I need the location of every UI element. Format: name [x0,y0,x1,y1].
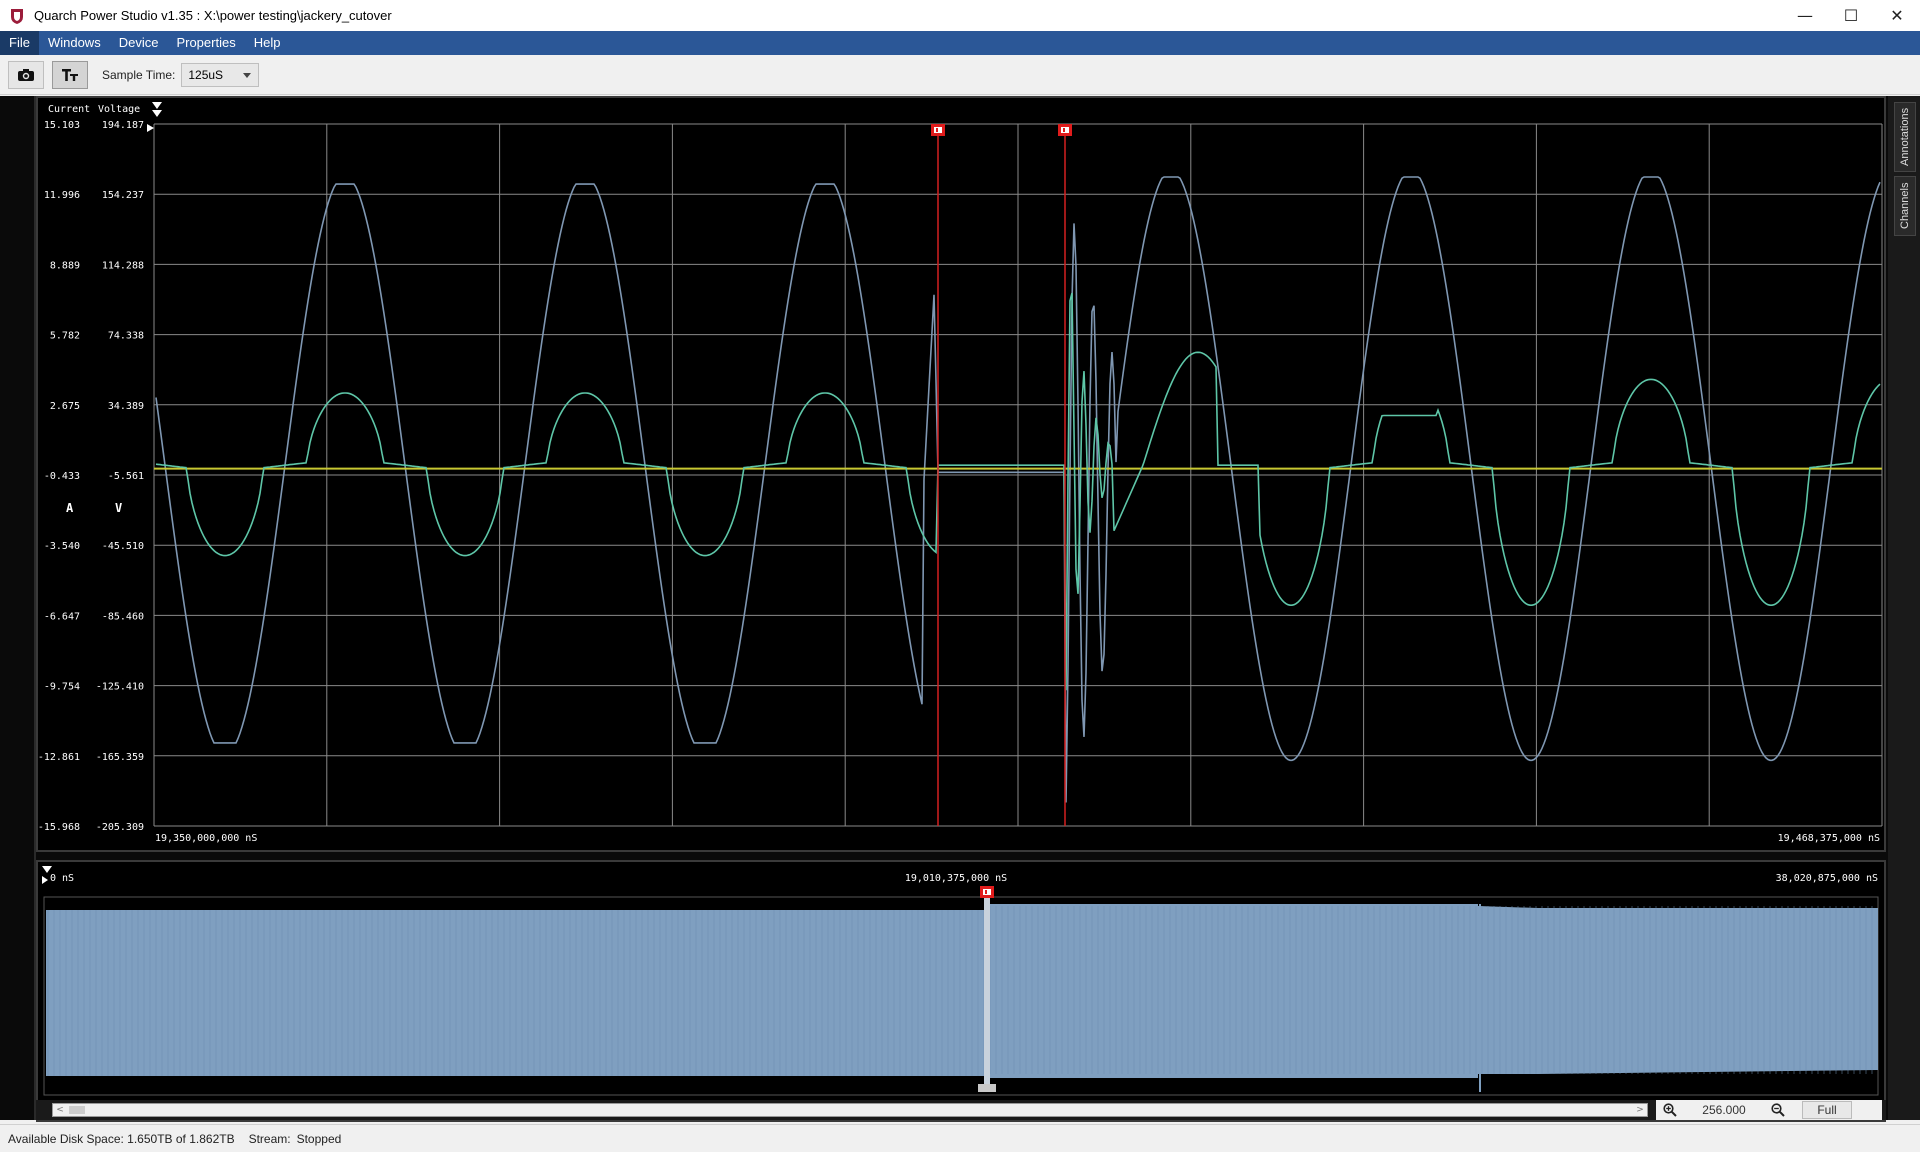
current-tick-label: 8.889 [50,260,80,271]
scroll-left-icon[interactable]: < [53,1104,67,1116]
voltage-tick-label: 74.338 [108,331,144,342]
voltage-tick-label: -165.359 [96,752,144,763]
voltage-tick-label: -5.561 [108,471,144,482]
tab-annotations[interactable]: Annotations [1894,102,1916,172]
overview-waveform-fill [46,904,1878,1078]
zoom-level-value[interactable]: 256.000 [1684,1103,1764,1117]
overview-cursor-line[interactable] [984,890,990,1088]
sample-time-value: 125uS [188,67,224,82]
overview-mid-label: 19,010,375,000 nS [905,873,1007,884]
current-tick-label: -9.754 [44,682,80,693]
zoom-in-button[interactable] [1656,1100,1684,1120]
overview-panel[interactable]: 0 nS 19,010,375,000 nS 38,020,875,000 nS [36,860,1886,1122]
text-annotation-button[interactable] [52,60,88,89]
current-tick-label: 11.996 [44,190,80,201]
sample-time-dropdown[interactable]: 125uS [181,62,260,87]
zoom-out-button[interactable] [1764,1100,1792,1120]
overview-cursor-grip[interactable] [978,1084,996,1092]
close-button[interactable]: ✕ [1874,0,1920,31]
voltage-tick-label: 154.237 [102,190,144,201]
menu-file[interactable]: File [0,31,39,55]
current-tick-label: -6.647 [44,611,80,622]
voltage-tick-label: -205.309 [96,822,144,833]
camera-icon [18,68,34,81]
current-tick-label: -3.540 [44,541,80,552]
voltage-axis-header: Voltage [98,104,140,115]
menu-device[interactable]: Device [110,31,168,55]
maximize-button[interactable]: ☐ [1828,0,1874,31]
main-plot-chart[interactable]: 15.103 194.187 11.996 154.237 8.889 114.288 5.… [38,98,1884,850]
zoom-full-button[interactable]: Full [1802,1101,1852,1119]
toolbar: Sample Time: 125uS [0,55,1920,95]
stream-status-value: Stopped [296,1131,342,1146]
current-tick-label: 2.675 [50,401,80,412]
overview-start-label: 0 nS [50,873,74,884]
overview-end-label: 38,020,875,000 nS [1776,873,1878,884]
voltage-tick-label: 114.288 [102,260,144,271]
voltage-tick-label: 194.187 [102,120,144,131]
current-tick-label: -0.433 [44,471,80,482]
minimize-button[interactable]: — [1782,0,1828,31]
voltage-unit-label: V [115,501,122,515]
left-panel-strip [0,96,36,1120]
title-bar: Quarch Power Studio v1.35 : X:\power tes… [0,0,1920,31]
scrollbar-thumb[interactable] [69,1106,85,1114]
menu-help[interactable]: Help [245,31,290,55]
overview-chart[interactable]: 0 nS 19,010,375,000 nS 38,020,875,000 nS [38,862,1884,1120]
horizontal-scrollbar[interactable]: < > [52,1103,1648,1117]
status-bar: Available Disk Space: 1.650TB of 1.862TB… [0,1124,1920,1152]
marker-flag-icon[interactable] [980,886,994,898]
menu-bar: File Windows Device Properties Help [0,31,1920,55]
screenshot-button[interactable] [8,60,44,89]
overview-controls: < > 256.000 Full [36,1100,1886,1120]
current-tick-label: 5.782 [50,331,80,342]
menu-properties[interactable]: Properties [167,31,244,55]
app-logo-icon [11,8,23,24]
marker-flag-icon[interactable] [931,124,945,136]
current-tick-label: 15.103 [44,120,80,131]
scroll-right-icon[interactable]: > [1633,1104,1647,1116]
overview-cursor-handle[interactable] [42,866,52,873]
y-ref-arrow[interactable] [147,124,154,132]
zoom-in-icon [1663,1103,1677,1117]
text-size-icon [62,68,78,81]
marker-flag-icon[interactable] [1058,124,1072,136]
x-axis-end-label: 19,468,375,000 nS [1778,833,1880,844]
y-axis-ticks: 15.103 194.187 11.996 154.237 8.889 114.288 5.… [38,120,144,833]
voltage-tick-label: -85.460 [102,611,144,622]
current-tick-label: -15.968 [38,822,80,833]
disk-space-status: Available Disk Space: 1.650TB of 1.862TB [8,1131,235,1146]
tab-channels[interactable]: Channels [1894,176,1916,236]
zoom-out-icon [1771,1103,1785,1117]
x-axis-start-label: 19,350,000,000 nS [155,833,257,844]
plot-grid [153,123,1883,827]
menu-windows[interactable]: Windows [39,31,110,55]
y-cursor-handle[interactable] [152,110,162,117]
voltage-tick-label: 34.389 [108,401,144,412]
sample-time-label: Sample Time: [102,67,176,82]
voltage-tick-label: -125.410 [96,682,144,693]
y-cursor-top-handle[interactable] [152,102,162,109]
zoom-control: 256.000 Full [1656,1100,1882,1120]
current-unit-label: A [66,501,74,515]
current-axis-header: Current [48,104,90,115]
voltage-tick-label: -45.510 [102,541,144,552]
right-side-panel: Annotations Channels [1888,96,1920,1120]
chevron-down-icon [243,72,252,78]
overview-ref-arrow[interactable] [42,876,48,884]
window-title: Quarch Power Studio v1.35 : X:\power tes… [34,8,392,23]
current-tick-label: -12.861 [38,752,80,763]
main-plot-panel[interactable]: 15.103 194.187 11.996 154.237 8.889 114.288 5.… [36,96,1886,852]
stream-label: Stream: [248,1131,291,1146]
